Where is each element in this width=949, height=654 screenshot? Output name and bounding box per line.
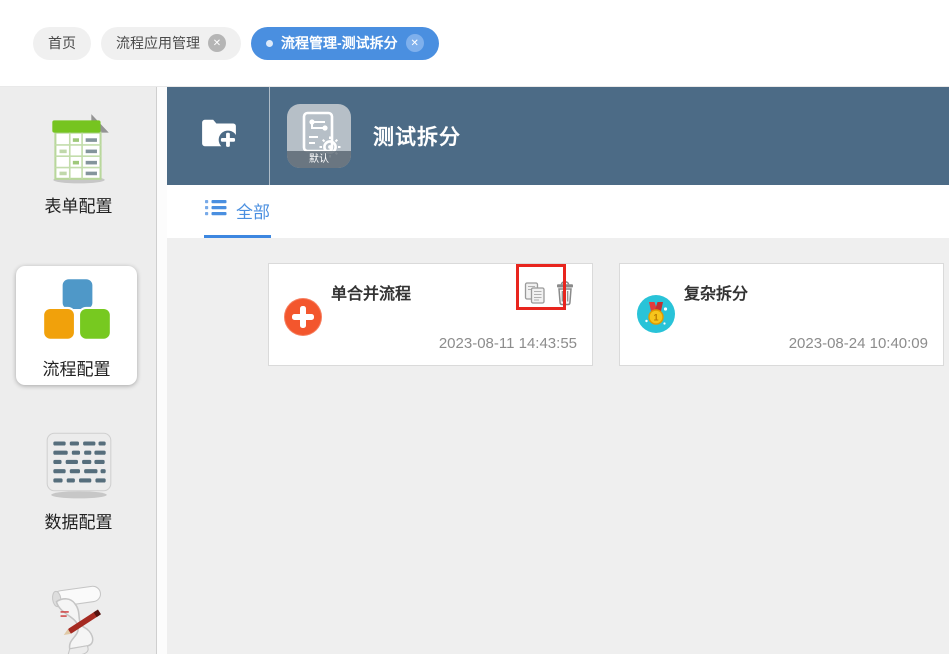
- card-title: 复杂拆分: [684, 286, 749, 303]
- flow-card-complex-split[interactable]: 1 复杂拆分 2023-08-24 10:40:09: [619, 263, 944, 366]
- tab-process-management-test-split[interactable]: 流程管理-测试拆分 ✕: [251, 26, 439, 60]
- script-scroll-icon: [39, 575, 119, 654]
- data-list-icon: [40, 425, 118, 506]
- flow-card-single-merge[interactable]: 单合并流程 2023-08-11 14:43:55: [268, 263, 593, 366]
- top-tab-bar: 首页 流程应用管理 ✕ 流程管理-测试拆分 ✕: [0, 0, 949, 87]
- tab-process-app-management[interactable]: 流程应用管理 ✕: [101, 26, 241, 60]
- svg-text:1: 1: [653, 313, 658, 323]
- tab-all-label: 全部: [236, 202, 270, 222]
- plus-circle-icon: [284, 298, 322, 336]
- content-area: 单合并流程 2023-08-11 14:43:55 1 复杂拆分 2023-08…: [167, 238, 949, 654]
- sidebar-item-label: 表单配置: [44, 197, 113, 216]
- form-table-icon: [40, 109, 118, 190]
- folder-add-button[interactable]: [200, 116, 238, 150]
- module-header: 默认 测试拆分: [167, 87, 949, 185]
- delete-icon[interactable]: [552, 280, 578, 306]
- header-divider: [269, 87, 270, 185]
- sidebar-item-script-config[interactable]: [0, 575, 157, 654]
- sidebar-item-label: 流程配置: [42, 360, 111, 379]
- card-timestamp: 2023-08-24 10:40:09: [788, 335, 928, 352]
- tab-label: 首页: [48, 35, 76, 51]
- copy-icon[interactable]: [522, 280, 548, 306]
- active-dot-icon: [266, 39, 273, 47]
- app-window: 首页 流程应用管理 ✕ 流程管理-测试拆分 ✕ 表单配置 流程配置 数据配置 默…: [0, 0, 949, 654]
- tab-label: 流程管理-测试拆分: [281, 35, 398, 51]
- list-icon: [205, 199, 227, 221]
- tab-label: 流程应用管理: [116, 35, 200, 51]
- sidebar-item-form-config[interactable]: 表单配置: [0, 109, 157, 217]
- card-title: 单合并流程: [331, 286, 412, 303]
- card-timestamp: 2023-08-11 14:43:55: [438, 335, 577, 352]
- close-icon[interactable]: ✕: [405, 34, 424, 52]
- page-title: 测试拆分: [373, 126, 461, 149]
- medal-icon: 1: [637, 295, 675, 333]
- default-badge: 默认: [287, 151, 351, 168]
- sidebar-item-data-config[interactable]: 数据配置: [0, 425, 157, 533]
- workflow-doc-icon[interactable]: 默认: [287, 104, 351, 168]
- tab-home[interactable]: 首页: [33, 26, 91, 60]
- tab-all[interactable]: 全部: [204, 185, 271, 238]
- sidebar: 表单配置 流程配置 数据配置: [0, 87, 157, 654]
- sidebar-main-gutter: [157, 87, 167, 654]
- view-tab-bar: 全部: [167, 185, 949, 238]
- sidebar-item-process-config[interactable]: 流程配置: [16, 266, 137, 385]
- close-icon[interactable]: ✕: [208, 34, 226, 52]
- sidebar-item-label: 数据配置: [44, 513, 113, 532]
- process-blocks-icon: [37, 274, 117, 353]
